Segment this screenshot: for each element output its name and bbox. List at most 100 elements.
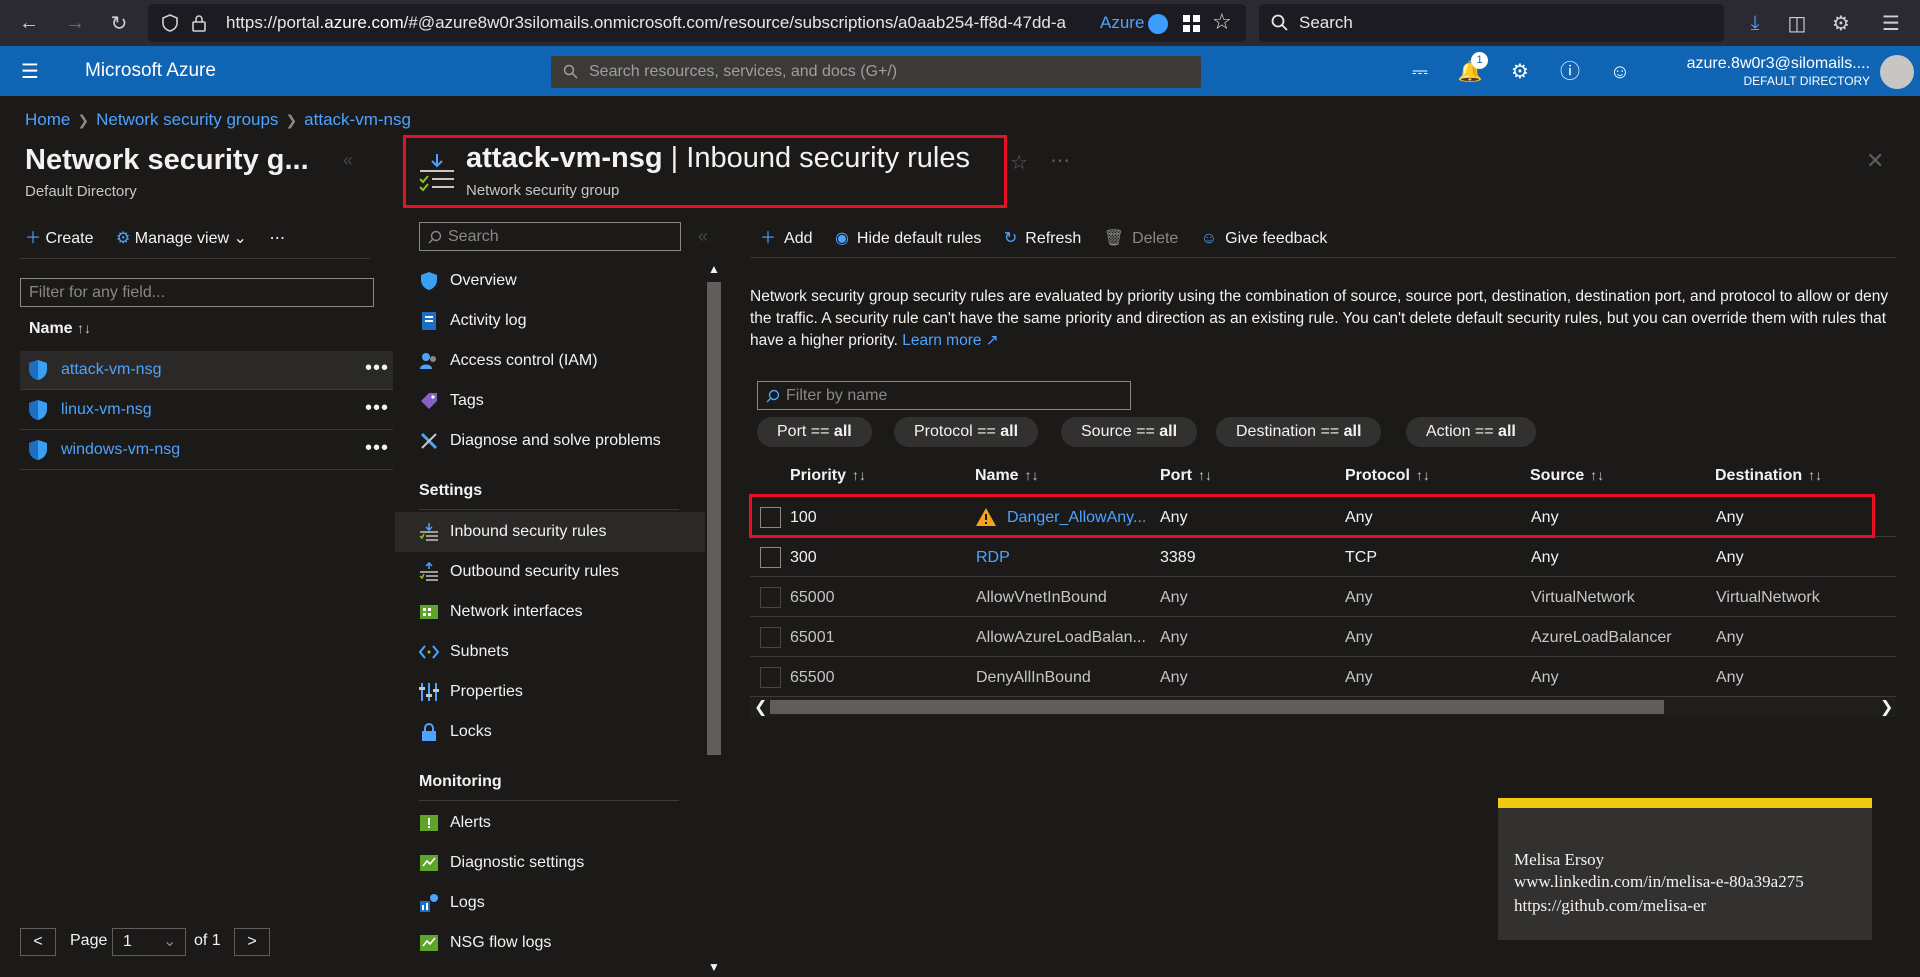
menu-item-logs[interactable]: Logs: [395, 883, 705, 923]
column-header-destination[interactable]: Destination ↑↓: [1715, 467, 1822, 485]
name-column-header[interactable]: Name ↑↓: [29, 320, 91, 338]
menu-item-subnets[interactable]: Subnets: [395, 632, 705, 672]
account-directory: DEFAULT DIRECTORY: [1743, 74, 1870, 88]
next-page-button[interactable]: >: [234, 928, 270, 956]
column-header-protocol[interactable]: Protocol ↑↓: [1345, 467, 1430, 485]
scrollbar-thumb[interactable]: [770, 700, 1664, 714]
menu-item-network-interfaces[interactable]: Network interfaces: [395, 592, 705, 632]
hide-default-rules-button[interactable]: ◉ Hide default rules: [835, 228, 981, 248]
bookmark-star-icon[interactable]: ☆: [1212, 9, 1232, 35]
menu-search-placeholder: Search: [448, 228, 499, 245]
scroll-left-icon[interactable]: ❮: [754, 697, 767, 717]
back-icon[interactable]: ←: [14, 8, 44, 38]
extensions-grid-icon[interactable]: [1182, 14, 1202, 34]
column-header-name[interactable]: Name ↑↓: [975, 467, 1039, 485]
scroll-up-icon[interactable]: ▲: [708, 262, 720, 276]
learn-more-link[interactable]: Learn more ↗: [902, 332, 999, 349]
collapse-menu-icon[interactable]: «: [698, 226, 708, 247]
more-options-icon[interactable]: ⋯: [1050, 148, 1070, 173]
column-header-source[interactable]: Source ↑↓: [1530, 467, 1604, 485]
cell-name-link[interactable]: RDP: [976, 549, 1010, 567]
breadcrumb-nsg-list[interactable]: Network security groups: [96, 110, 278, 129]
menu-item-inbound-rules[interactable]: Inbound security rules: [395, 512, 705, 552]
page-select[interactable]: 1 ⌄: [112, 928, 186, 956]
cell-protocol: TCP: [1345, 549, 1377, 566]
table-horizontal-scrollbar[interactable]: ❮ ❯: [750, 697, 1896, 717]
sidebar-icon[interactable]: ◫: [1782, 8, 1812, 38]
delete-button[interactable]: 🗑 Delete: [1104, 228, 1179, 248]
more-actions-button[interactable]: ⋯: [269, 230, 285, 247]
filter-pill-action[interactable]: Action == all: [1406, 417, 1536, 447]
menu-icon[interactable]: ☰: [1876, 8, 1906, 38]
manage-view-button[interactable]: ⚙ Manage view ⌄: [116, 230, 247, 247]
cloud-shell-icon[interactable]: ⎓: [1406, 58, 1434, 86]
gear-icon: ⚙: [115, 230, 131, 247]
menu-item-overview[interactable]: Overview: [395, 261, 705, 301]
scroll-right-icon[interactable]: ❯: [1880, 697, 1893, 717]
browser-search-box[interactable]: Search: [1259, 4, 1724, 42]
list-item[interactable]: windows-vm-nsg •••: [20, 431, 393, 470]
more-options-icon[interactable]: •••: [365, 397, 389, 420]
collapse-left-icon[interactable]: «: [343, 150, 353, 171]
reload-icon[interactable]: ↻: [104, 8, 134, 38]
menu-item-tags[interactable]: Tags: [395, 381, 705, 421]
column-header-priority[interactable]: Priority ↑↓: [790, 467, 866, 485]
table-row[interactable]: 65001 AllowAzureLoadBalan... Any Any Azu…: [750, 617, 1896, 657]
list-item-label: attack-vm-nsg: [61, 361, 162, 378]
column-header-port[interactable]: Port ↑↓: [1160, 467, 1212, 485]
avatar[interactable]: [1880, 55, 1914, 89]
left-panel-subtitle: Default Directory: [25, 183, 137, 200]
list-item[interactable]: attack-vm-nsg •••: [20, 351, 393, 390]
give-feedback-button[interactable]: ☺ Give feedback: [1201, 230, 1328, 248]
add-button[interactable]: ＋ Add: [760, 224, 812, 248]
subnet-icon: [419, 645, 439, 659]
more-options-icon[interactable]: •••: [365, 357, 389, 380]
brand-title[interactable]: Microsoft Azure: [85, 60, 216, 82]
menu-item-diagnose[interactable]: Diagnose and solve problems: [395, 421, 705, 461]
menu-item-outbound-rules[interactable]: Outbound security rules: [395, 552, 705, 592]
hamburger-icon[interactable]: ☰: [16, 58, 44, 86]
prev-page-button[interactable]: <: [20, 928, 56, 956]
forward-icon[interactable]: →: [60, 8, 90, 38]
breadcrumb-current[interactable]: attack-vm-nsg: [304, 110, 411, 129]
menu-scrollbar[interactable]: ▲ ▼: [705, 262, 723, 977]
downloads-icon[interactable]: ⤓: [1740, 8, 1770, 38]
url-bar[interactable]: https://portal.azure.com/#@azure8w0r3sil…: [148, 4, 1246, 42]
menu-item-iam[interactable]: Access control (IAM): [395, 341, 705, 381]
left-filter-input[interactable]: Filter for any field...: [20, 278, 374, 307]
menu-item-locks[interactable]: Locks: [395, 712, 705, 752]
filter-pill-source[interactable]: Source == all: [1061, 417, 1198, 447]
filter-pill-port[interactable]: Port == all: [757, 417, 872, 447]
table-row[interactable]: 65000 AllowVnetInBound Any Any VirtualNe…: [750, 577, 1896, 617]
table-row[interactable]: 65500 DenyAllInBound Any Any Any Any: [750, 657, 1896, 697]
menu-item-nsg-flow-logs[interactable]: NSG flow logs: [395, 923, 705, 963]
refresh-button[interactable]: ↻ Refresh: [1004, 228, 1081, 248]
breadcrumb-home[interactable]: Home: [25, 110, 70, 129]
more-options-icon[interactable]: •••: [365, 437, 389, 460]
properties-icon: [419, 683, 439, 701]
help-icon[interactable]: ⓘ: [1556, 58, 1584, 86]
menu-search-input[interactable]: Search: [419, 222, 681, 251]
favorite-star-icon[interactable]: ☆: [1010, 150, 1028, 175]
menu-item-properties[interactable]: Properties: [395, 672, 705, 712]
row-checkbox[interactable]: [760, 547, 781, 568]
extensions-icon[interactable]: ⚙: [1826, 8, 1856, 38]
settings-gear-icon[interactable]: ⚙: [1506, 58, 1534, 86]
scroll-down-icon[interactable]: ▼: [708, 960, 720, 974]
filter-pill-destination[interactable]: Destination == all: [1216, 417, 1382, 447]
menu-item-activity-log[interactable]: Activity log: [395, 301, 705, 341]
close-icon[interactable]: ✕: [1866, 148, 1884, 174]
watermark-github: https://github.com/melisa-er: [1514, 896, 1707, 915]
scrollbar-thumb[interactable]: [707, 282, 721, 755]
create-button[interactable]: ＋ Create: [25, 230, 94, 247]
list-item[interactable]: linux-vm-nsg •••: [20, 391, 393, 430]
filter-pill-protocol[interactable]: Protocol == all: [894, 417, 1039, 447]
menu-item-diagnostic-settings[interactable]: Diagnostic settings: [395, 843, 705, 883]
global-search-input[interactable]: Search resources, services, and docs (G+…: [551, 56, 1201, 88]
filter-by-name-input[interactable]: Filter by name: [757, 381, 1131, 410]
table-row[interactable]: 300 RDP 3389 TCP Any Any: [750, 537, 1896, 577]
row-highlight-box: [749, 494, 1875, 538]
menu-item-alerts[interactable]: Alerts: [395, 803, 705, 843]
log-icon: [422, 312, 436, 330]
account-info[interactable]: azure.8w0r3@silomails.... DEFAULT DIRECT…: [1600, 55, 1870, 88]
